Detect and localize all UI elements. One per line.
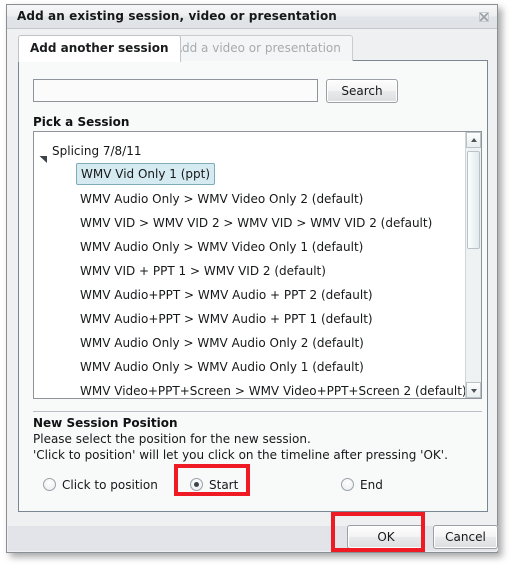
tree-group-label: Splicing 7/8/11 (52, 144, 142, 158)
tab-label: Add another session (30, 41, 169, 55)
list-item[interactable]: WMV Audio Only > WMV Video Only 1 (defau… (34, 235, 466, 259)
chevron-up-icon (471, 138, 477, 142)
new-session-position-title: New Session Position (33, 416, 178, 430)
tabstrip: Add another session Add a video or prese… (18, 35, 488, 62)
ok-button-label: OK (377, 530, 395, 544)
list-item[interactable]: WMV VID > WMV VID 2 > WMV VID > WMV VID … (34, 211, 466, 235)
search-input[interactable] (33, 79, 318, 102)
radio-click-to-position[interactable]: Click to position (43, 475, 158, 495)
cancel-button[interactable]: Cancel (433, 525, 498, 549)
list-item-label[interactable]: WMV Audio+PPT > WMV Audio + PPT 2 (defau… (80, 283, 373, 307)
position-instruction-line-1: Please select the position for the new s… (33, 432, 311, 446)
list-item-label[interactable]: WMV VID + PPT 1 > WMV VID 2 (default) (80, 259, 326, 283)
cancel-button-label: Cancel (445, 530, 486, 544)
search-button[interactable]: Search (326, 79, 398, 103)
ok-button[interactable]: OK (347, 525, 425, 549)
radio-label: Click to position (62, 478, 158, 492)
dialog-titlebar: Add an existing session, video or presen… (7, 5, 497, 29)
scrollbar-thumb[interactable] (467, 151, 480, 249)
section-divider (33, 411, 482, 412)
list-item[interactable]: WMV Audio Only > WMV Audio Only 1 (defau… (34, 355, 466, 379)
dialog-window: Add an existing session, video or presen… (6, 4, 498, 553)
position-radio-group: Click to position Start End (7, 475, 497, 497)
tab-add-video-or-presentation[interactable]: Add a video or presentation (162, 35, 353, 61)
screen: Add an existing session, video or presen… (0, 0, 515, 565)
radio-end[interactable]: End (341, 475, 383, 495)
radio-circle-icon (43, 478, 56, 491)
list-item-label[interactable]: WMV Audio Only > WMV Video Only 1 (defau… (80, 235, 363, 259)
radio-label: End (360, 478, 383, 492)
list-item-label[interactable]: WMV Audio Only > WMV Audio Only 2 (defau… (80, 331, 364, 355)
chevron-down-icon (471, 389, 477, 393)
session-listbox[interactable]: Splicing 7/8/11 WMV Vid Only 1 (ppt) WMV… (33, 131, 482, 399)
list-item-label[interactable]: WMV Audio+PPT > WMV Audio + PPT 1 (defau… (80, 307, 373, 331)
radio-circle-icon (190, 478, 203, 491)
list-item[interactable]: WMV Vid Only 1 (ppt) (34, 163, 466, 187)
pick-a-session-label: Pick a Session (33, 115, 130, 129)
session-list-inner: Splicing 7/8/11 WMV Vid Only 1 (ppt) WMV… (34, 132, 467, 398)
list-item[interactable]: WMV Audio+PPT > WMV Audio + PPT 2 (defau… (34, 283, 466, 307)
tree-group-splicing[interactable]: Splicing 7/8/11 (34, 139, 466, 163)
scroll-down-button[interactable] (466, 382, 481, 398)
radio-start[interactable]: Start (190, 475, 238, 495)
list-item[interactable]: WMV Audio Only > WMV Audio Only 2 (defau… (34, 331, 466, 355)
search-button-label: Search (341, 84, 383, 98)
radio-circle-icon (341, 478, 354, 491)
list-item[interactable]: WMV Audio Only > WMV Video Only 2 (defau… (34, 187, 466, 211)
list-item[interactable]: WMV Video+PPT+Screen > WMV Video+PPT+Scr… (34, 379, 467, 398)
tab-add-another-session[interactable]: Add another session (18, 35, 181, 62)
list-item-label[interactable]: WMV Vid Only 1 (ppt) (76, 163, 216, 185)
scroll-up-button[interactable] (466, 132, 481, 148)
list-item-label[interactable]: WMV Audio Only > WMV Video Only 2 (defau… (80, 187, 363, 211)
dialog-title: Add an existing session, video or presen… (17, 9, 337, 23)
radio-label: Start (209, 478, 239, 492)
list-item-label[interactable]: WMV Video+PPT+Screen > WMV Video+PPT+Scr… (80, 379, 467, 398)
list-item-label[interactable]: WMV Audio Only > WMV Audio Only 1 (defau… (80, 355, 364, 379)
list-item[interactable]: WMV VID + PPT 1 > WMV VID 2 (default) (34, 259, 466, 283)
list-item-label[interactable]: WMV VID > WMV VID 2 > WMV VID > WMV VID … (80, 211, 432, 235)
close-icon[interactable] (476, 9, 492, 25)
list-item[interactable]: WMV Audio+PPT > WMV Audio + PPT 1 (defau… (34, 307, 466, 331)
position-instruction-line-2: 'Click to position' will let you click o… (33, 448, 448, 462)
list-scrollbar[interactable] (465, 132, 481, 398)
tab-label: Add a video or presentation (174, 41, 341, 55)
